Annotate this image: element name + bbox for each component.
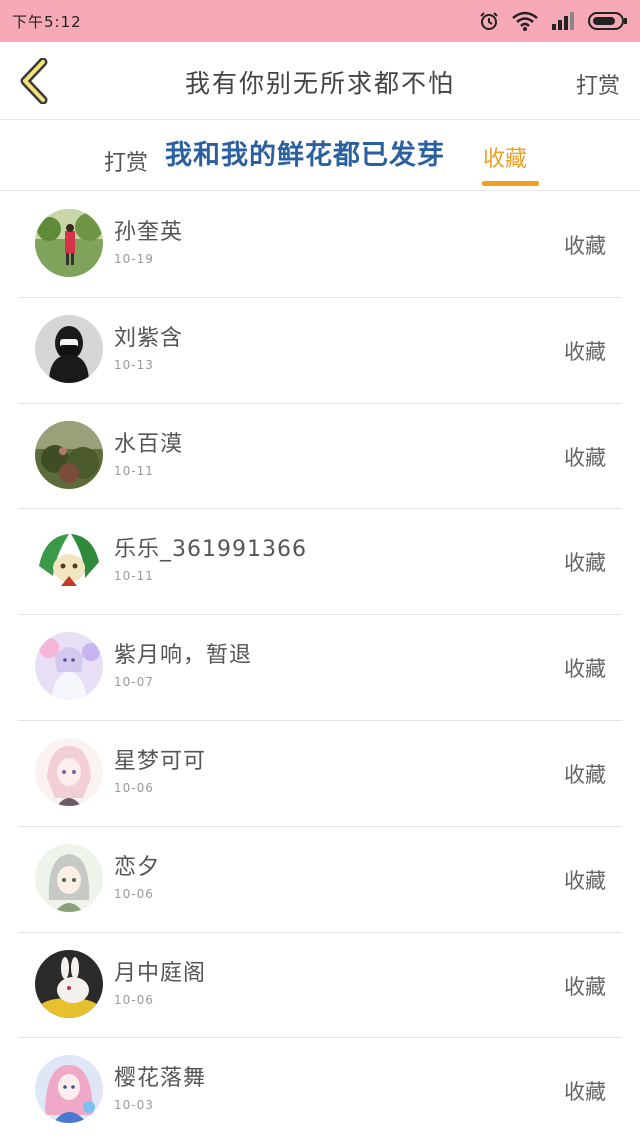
user-date: 10-06 — [114, 886, 154, 901]
avatar — [35, 526, 103, 595]
user-name: 恋夕 — [114, 854, 161, 880]
reward-button[interactable]: 打赏 — [576, 68, 620, 100]
avatar — [35, 949, 103, 1018]
list-item[interactable]: 星梦可可 10-06 收藏 — [18, 721, 622, 827]
tab-collect[interactable]: 收藏 — [483, 141, 527, 173]
user-date: 10-07 — [114, 675, 154, 690]
user-name: 孙奎英 — [114, 220, 184, 245]
overlay-banner-text: 我和我的鲜花都已发芽 — [165, 140, 445, 171]
header: 我有你别无所求都不怕 打赏 — [0, 42, 640, 120]
user-name: 刘紫含 — [114, 325, 184, 351]
user-date: 10-06 — [114, 992, 154, 1007]
list-item[interactable]: 紫月响，暂退 10-07 收藏 — [18, 615, 622, 721]
wifi-icon — [512, 11, 538, 31]
list-item[interactable]: 恋夕 10-06 收藏 — [18, 827, 622, 933]
collect-button[interactable]: 收藏 — [564, 336, 606, 366]
tab-bar: 打赏 我和我的鲜花都已发芽 收藏 — [0, 121, 640, 191]
user-date: 10-19 — [114, 252, 154, 266]
user-name: 星梦可可 — [114, 748, 207, 774]
tab-reward[interactable]: 打赏 — [104, 145, 148, 177]
avatar — [35, 737, 103, 806]
signal-icon — [550, 12, 576, 30]
collect-button[interactable]: 收藏 — [564, 442, 606, 472]
user-name: 月中庭阁 — [114, 960, 207, 986]
back-button[interactable] — [14, 58, 54, 104]
collect-button[interactable]: 收藏 — [564, 759, 606, 789]
user-name: 紫月响，暂退 — [114, 643, 253, 669]
avatar — [35, 843, 103, 912]
user-name: 水百漠 — [114, 431, 184, 457]
collect-button[interactable]: 收藏 — [564, 230, 606, 260]
list-item[interactable]: 刘紫含 10-13 收藏 — [18, 298, 622, 404]
status-time: 下午5:12 — [12, 12, 82, 31]
user-date: 10-11 — [114, 569, 154, 584]
status-icons — [478, 10, 628, 32]
collect-button[interactable]: 收藏 — [564, 547, 606, 577]
avatar — [35, 420, 103, 489]
list-item[interactable]: 乐乐_361991366 10-11 收藏 — [18, 509, 622, 616]
user-date: 10-11 — [114, 463, 154, 478]
collector-list: 孙奎英 10-19 收藏 刘紫含 10-13 收藏 水百漠 10-11 收藏 乐… — [0, 192, 640, 1138]
collect-button[interactable]: 收藏 — [564, 1076, 606, 1106]
user-name: 樱花落舞 — [114, 1066, 207, 1092]
list-item[interactable]: 樱花落舞 10-03 收藏 — [18, 1038, 622, 1138]
avatar — [35, 632, 103, 701]
active-tab-indicator — [482, 181, 539, 186]
status-bar: 下午5:12 — [0, 0, 640, 42]
avatar — [35, 314, 103, 383]
user-date: 10-06 — [114, 780, 154, 795]
collect-button[interactable]: 收藏 — [564, 971, 606, 1001]
battery-icon — [588, 12, 628, 30]
chevron-left-icon — [20, 58, 48, 104]
list-item[interactable]: 孙奎英 10-19 收藏 — [18, 192, 622, 298]
user-date: 10-03 — [114, 1098, 154, 1113]
list-item[interactable]: 月中庭阁 10-06 收藏 — [18, 933, 622, 1039]
user-name: 乐乐_361991366 — [114, 537, 307, 563]
collect-button[interactable]: 收藏 — [564, 865, 606, 895]
avatar — [35, 1055, 103, 1124]
avatar — [35, 209, 103, 277]
collect-button[interactable]: 收藏 — [564, 653, 606, 683]
alarm-icon — [478, 10, 500, 32]
user-date: 10-13 — [114, 357, 154, 372]
list-item[interactable]: 水百漠 10-11 收藏 — [18, 404, 622, 510]
page-title: 我有你别无所求都不怕 — [184, 69, 455, 98]
